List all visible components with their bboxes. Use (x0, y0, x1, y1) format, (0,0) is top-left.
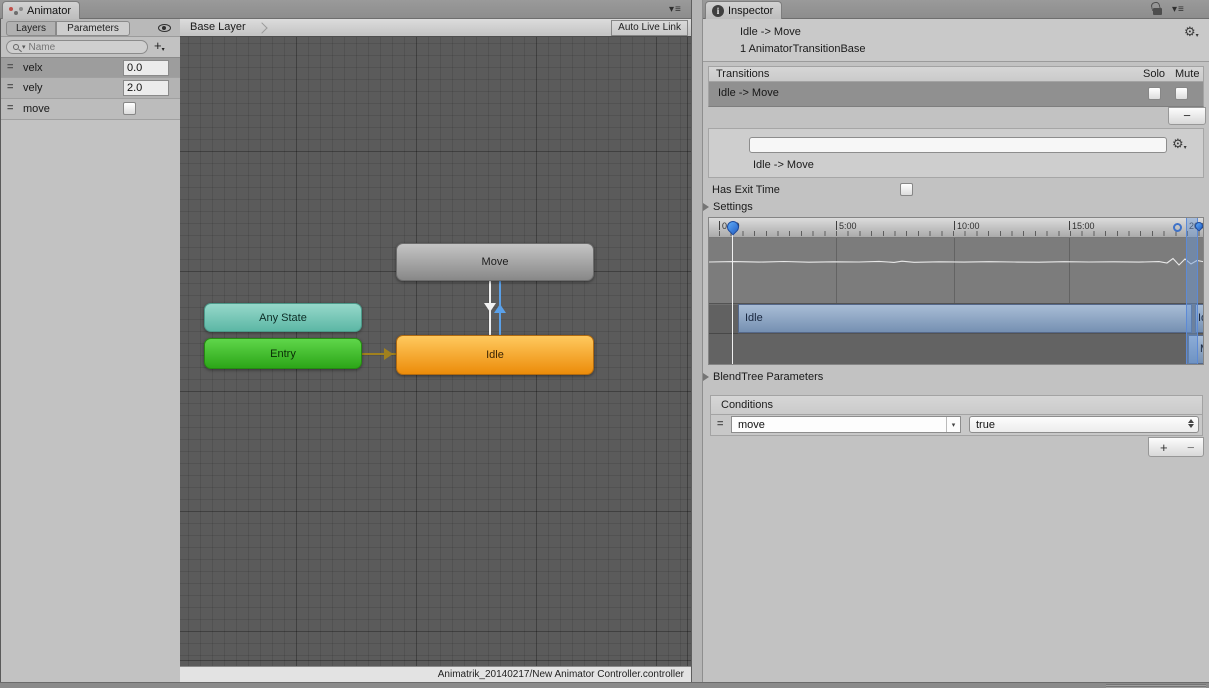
breadcrumb[interactable]: Base Layer (190, 21, 246, 33)
search-icon (13, 44, 19, 50)
transition-row-selected[interactable]: Idle -> Move (708, 82, 1204, 107)
search-input[interactable] (29, 42, 129, 53)
unlock-icon[interactable] (1153, 8, 1162, 15)
drag-handle-icon[interactable]: = (7, 102, 13, 114)
transition-start-marker-icon[interactable] (1173, 223, 1182, 232)
tab-animator[interactable]: Animator (2, 1, 80, 19)
transition-subtitle: 1 AnimatorTransitionBase (740, 43, 866, 55)
conditions-section-header: Conditions (710, 395, 1203, 415)
foldout-arrow-icon[interactable] (703, 373, 709, 381)
remove-condition-button[interactable]: − (1187, 439, 1195, 457)
transition-name-panel: ⚙▾ Idle -> Move (708, 128, 1204, 178)
animator-tab-label: Animator (27, 5, 71, 17)
playhead-line[interactable] (732, 231, 733, 365)
tab-parameters[interactable]: Parameters (56, 21, 130, 36)
settings-foldout[interactable]: Settings (713, 201, 753, 213)
arrow-up-icon (494, 304, 506, 313)
controller-path-statusbar: Animatrik_20140217/New Animator Controll… (180, 666, 691, 682)
has-exit-time-checkbox[interactable] (900, 183, 913, 196)
animator-panel-menu-icon[interactable]: ▾≡ (669, 4, 682, 15)
transition-name-input[interactable] (749, 137, 1167, 153)
unity-editor-window: Animator ▾≡ Layers Parameters ▾ +▾ = vel… (0, 0, 1209, 688)
add-parameter-button[interactable]: +▾ (154, 38, 165, 53)
condition-buttons-bar: + − (1148, 437, 1204, 457)
solo-checkbox[interactable] (1148, 87, 1161, 100)
state-machine-graph-panel: Base Layer Auto Live Link Move Any State… (180, 19, 691, 682)
tab-inspector[interactable]: i Inspector (705, 1, 782, 19)
mute-column-label: Mute (1175, 68, 1199, 80)
arrow-right-icon (384, 348, 393, 360)
track-lead-in (709, 305, 738, 334)
state-node-entry[interactable]: Entry (204, 338, 362, 369)
state-clip-idle[interactable]: Idle (738, 304, 1192, 333)
transition-name-label: Idle -> Move (753, 159, 814, 171)
search-filter-caret-icon: ▾ (22, 44, 26, 51)
destination-state-track (709, 334, 1203, 365)
breadcrumb-chevron-icon (256, 22, 267, 33)
transitions-header-label: Transitions (716, 68, 769, 80)
inspector-header: Idle -> Move 1 AnimatorTransitionBase ⚙▾ (703, 19, 1209, 62)
eye-icon[interactable] (158, 24, 171, 32)
parameter-name: velx (23, 62, 43, 74)
foldout-arrow-icon[interactable] (703, 203, 709, 211)
inspector-panel-menu-icon[interactable]: ▾≡ (1172, 4, 1185, 15)
inspector-tabstrip: i Inspector ▾≡ (703, 0, 1209, 19)
parameters-toolbar: Layers Parameters (1, 19, 181, 37)
timeline-ruler[interactable]: 0:00 5:00 10:00 15:00 20:00 (709, 218, 1203, 238)
parameter-row-vely[interactable]: = vely (1, 78, 181, 99)
state-node-move[interactable]: Move (396, 243, 594, 281)
transition-timeline[interactable]: 0:00 5:00 10:00 15:00 20:00 Idle Idle Mo… (708, 217, 1204, 365)
solo-column-label: Solo (1143, 68, 1165, 80)
tab-layers[interactable]: Layers (6, 21, 56, 36)
has-exit-time-label: Has Exit Time (712, 184, 780, 196)
state-node-any-state[interactable]: Any State (204, 303, 362, 332)
parameter-search-row: ▾ +▾ (1, 37, 181, 56)
drag-handle-icon[interactable]: = (7, 81, 13, 93)
gear-icon[interactable]: ⚙▾ (1172, 138, 1187, 151)
parameter-row-velx[interactable]: = velx (1, 57, 181, 78)
animation-curve (709, 238, 1204, 303)
parameter-checkbox[interactable] (123, 102, 136, 115)
condition-value-dropdown[interactable]: true (969, 416, 1199, 433)
popup-arrows-icon (1188, 419, 1194, 428)
transitions-section-header: Transitions Solo Mute (708, 66, 1204, 82)
drag-handle-icon[interactable]: = (7, 61, 13, 73)
mute-checkbox[interactable] (1175, 87, 1188, 100)
resize-grip[interactable] (1106, 684, 1206, 688)
parameter-row-move[interactable]: = move (1, 99, 181, 120)
ruler-label: 15:00 (1072, 221, 1095, 231)
animator-tabstrip: Animator ▾≡ (0, 0, 691, 19)
transition-title: Idle -> Move (740, 26, 801, 38)
parameter-name: move (23, 103, 50, 115)
window-bottom-edge (0, 682, 1209, 688)
blendtree-parameters-foldout[interactable]: BlendTree Parameters (713, 371, 823, 383)
animator-tab-icon (9, 7, 23, 15)
state-node-idle[interactable]: Idle (396, 335, 594, 375)
panel-splitter[interactable] (691, 0, 703, 682)
condition-parameter-dropdown[interactable]: move ▾ (731, 416, 961, 433)
ruler-label: 5:00 (839, 221, 857, 231)
chevron-down-icon: ▾ (946, 417, 960, 432)
inspector-panel: i Inspector ▾≡ Idle -> Move 1 AnimatorTr… (703, 0, 1209, 682)
parameter-search-field[interactable]: ▾ (6, 40, 148, 54)
parameter-value-input[interactable] (123, 80, 169, 96)
graph-canvas[interactable]: Move Any State Entry Idle (180, 37, 691, 666)
graph-breadcrumb-bar: Base Layer Auto Live Link (180, 19, 691, 37)
remove-transition-button[interactable]: − (1168, 107, 1206, 125)
transition-region-band[interactable] (1186, 218, 1198, 364)
add-condition-button[interactable]: + (1160, 439, 1168, 457)
transition-row-label: Idle -> Move (718, 87, 779, 99)
conditions-header-label: Conditions (721, 399, 773, 411)
condition-row: = move ▾ true (710, 415, 1203, 436)
info-icon: i (712, 5, 724, 17)
ruler-label: 10:00 (957, 221, 980, 231)
parameter-value-input[interactable] (123, 60, 169, 76)
ruler-minor-ticks (719, 231, 1203, 236)
gear-icon[interactable]: ⚙▾ (1184, 26, 1199, 39)
drag-handle-icon[interactable]: = (717, 418, 723, 430)
auto-live-link-button[interactable]: Auto Live Link (611, 20, 688, 36)
parameter-name: vely (23, 82, 43, 94)
parameters-panel: Layers Parameters ▾ +▾ = velx = vely = m… (0, 19, 180, 682)
inspector-tab-label: Inspector (728, 5, 773, 17)
